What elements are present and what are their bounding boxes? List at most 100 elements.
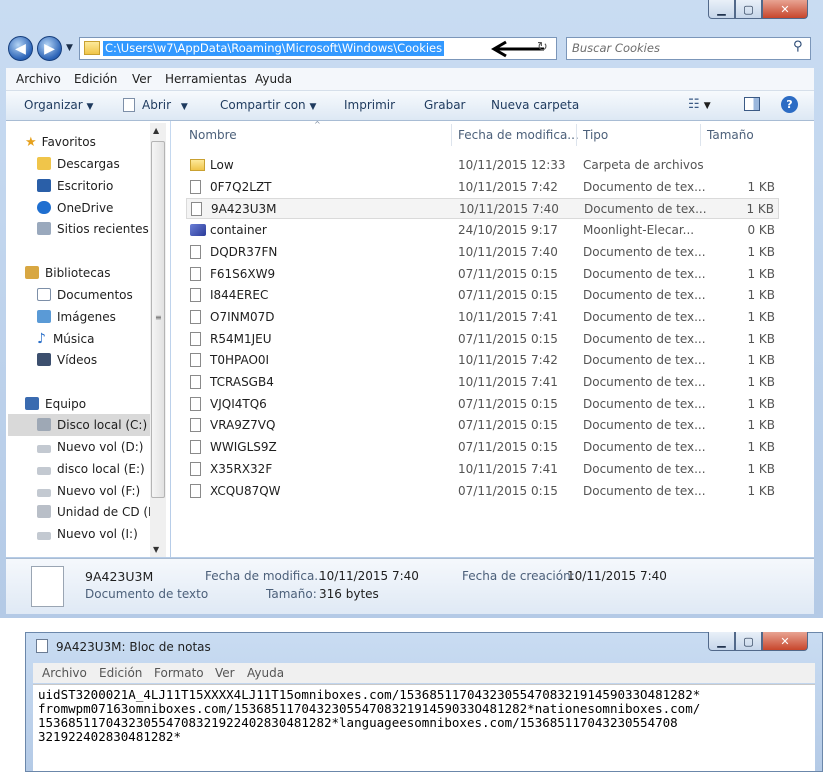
file-type: Carpeta de archivos: [583, 158, 704, 172]
close-button[interactable]: ✕: [762, 632, 808, 651]
file-row[interactable]: VJQI4TQ6 07/11/2015 0:15 Documento de tex.…: [186, 394, 779, 415]
recent-pages-chevron-icon[interactable]: ▼: [66, 43, 73, 53]
column-header-date[interactable]: Fecha de modifica...: [458, 128, 579, 142]
file-row[interactable]: TCRASGB4 10/11/2015 7:41 Documento de tex.…: [186, 372, 779, 393]
share-button[interactable]: Compartir con ▼: [220, 98, 316, 112]
open-icon: [123, 98, 135, 112]
nav-item-label: Descargas: [57, 157, 120, 171]
nav-item-imagenes[interactable]: Imágenes: [37, 310, 116, 324]
details-pane: [6, 558, 814, 614]
view-options-icon[interactable]: ☷ ▼: [688, 97, 711, 112]
file-row[interactable]: Low 10/11/2015 12:33 Carpeta de archivos: [186, 155, 779, 176]
nav-item-sitios-recientes[interactable]: Sitios recientes: [37, 222, 149, 236]
print-button[interactable]: Imprimir: [344, 98, 395, 112]
file-row[interactable]: I844EREC 07/11/2015 0:15 Documento de tex.…: [186, 285, 779, 306]
organize-button[interactable]: Organizar ▼: [24, 98, 93, 112]
file-row[interactable]: T0HPAO0I 10/11/2015 7:42 Documento de tex.…: [186, 350, 779, 371]
nav-item-musica[interactable]: ♪ Música: [37, 331, 94, 347]
menu-ayuda[interactable]: Ayuda: [247, 666, 284, 680]
column-header-size[interactable]: Tamaño: [707, 128, 754, 142]
help-icon[interactable]: ?: [781, 96, 798, 113]
menu-herramientas[interactable]: Herramientas: [165, 72, 247, 86]
nav-item-descargas[interactable]: Descargas: [37, 157, 120, 171]
nav-item-escritorio[interactable]: Escritorio: [37, 179, 113, 193]
menu-edicion[interactable]: Edición: [74, 72, 117, 86]
file-size: 1 KB: [746, 202, 774, 217]
burn-button[interactable]: Grabar: [424, 98, 466, 112]
column-header-type[interactable]: Tipo: [583, 128, 608, 142]
minimize-button[interactable]: ▁: [708, 632, 735, 651]
text-file-icon: [190, 244, 201, 259]
nav-drive-d[interactable]: Nuevo vol (D:): [37, 440, 143, 454]
sort-ascending-icon: ^: [314, 120, 321, 129]
grip-icon: ≡: [155, 313, 162, 322]
column-divider[interactable]: [576, 124, 577, 146]
file-type: Moonlight-Elecar...: [583, 223, 695, 238]
text-file-icon: [190, 483, 201, 498]
nav-item-label: Disco local (C:): [57, 418, 148, 432]
file-row[interactable]: container 24/10/2015 9:17 Moonlight-Elecar…: [186, 220, 779, 241]
recent-places-icon: [37, 222, 51, 235]
file-name: Low: [210, 158, 234, 172]
file-date: 07/11/2015 0:15: [458, 396, 558, 411]
nav-item-documentos[interactable]: Documentos: [37, 288, 133, 302]
file-date: 10/11/2015 7:41: [458, 461, 558, 476]
menu-ver[interactable]: Ver: [132, 72, 152, 86]
menu-ayuda[interactable]: Ayuda: [255, 72, 292, 86]
menu-archivo[interactable]: Archivo: [16, 72, 61, 86]
column-divider[interactable]: [451, 124, 452, 146]
nav-drive-f[interactable]: Nuevo vol (F:): [37, 484, 140, 498]
file-name: DQDR37FN: [210, 244, 278, 259]
maximize-button[interactable]: ▢: [735, 632, 762, 651]
address-path[interactable]: C:\Users\w7\AppData\Roaming\Microsoft\Wi…: [103, 41, 445, 56]
maximize-button[interactable]: ▢: [735, 0, 762, 19]
minimize-button[interactable]: ▁: [708, 0, 735, 19]
search-icon[interactable]: ⚲: [793, 39, 803, 54]
nav-drive-c[interactable]: Disco local (C:): [37, 418, 147, 432]
file-row[interactable]: VRA9Z7VQ 07/11/2015 0:15 Documento de tex.…: [186, 415, 779, 436]
nav-computer[interactable]: Equipo: [25, 397, 86, 411]
open-button[interactable]: Abrir ▼: [142, 98, 188, 112]
file-size: 1 KB: [747, 179, 775, 194]
downloads-icon: [37, 157, 51, 170]
menu-edicion[interactable]: Edición: [99, 666, 142, 680]
menu-formato[interactable]: Formato: [154, 666, 204, 680]
nav-libraries[interactable]: Bibliotecas: [25, 266, 110, 280]
file-type: Documento de tex...: [583, 483, 706, 498]
file-row[interactable]: X35RX32F 10/11/2015 7:41 Documento de tex.…: [186, 459, 779, 480]
column-header-name[interactable]: Nombre: [189, 128, 237, 142]
refresh-icon[interactable]: ↻: [537, 40, 548, 55]
menu-ver[interactable]: Ver: [215, 666, 235, 680]
file-row[interactable]: 9A423U3M 10/11/2015 7:40 Documento de tex.…: [186, 198, 779, 220]
column-divider[interactable]: [700, 124, 701, 146]
scroll-up-icon[interactable]: ▲: [153, 126, 159, 135]
nav-item-videos[interactable]: Vídeos: [37, 353, 97, 367]
file-row[interactable]: WWIGLS9Z 07/11/2015 0:15 Documento de tex.…: [186, 437, 779, 458]
nav-item-onedrive[interactable]: OneDrive: [37, 201, 113, 215]
file-type: Documento de tex...: [584, 202, 707, 217]
music-icon: ♪: [37, 331, 46, 347]
preview-pane-icon[interactable]: [744, 97, 760, 111]
file-name: WWIGLS9Z: [210, 440, 277, 455]
file-row[interactable]: 0F7Q2LZT 10/11/2015 7:42 Documento de tex.…: [186, 177, 779, 198]
back-button[interactable]: ◀: [8, 36, 33, 61]
file-date: 24/10/2015 9:17: [458, 223, 558, 238]
file-row[interactable]: O7INM07D 10/11/2015 7:41 Documento de tex.…: [186, 307, 779, 328]
file-row[interactable]: XCQU87QW 07/11/2015 0:15 Documento de tex.…: [186, 481, 779, 502]
scroll-down-icon[interactable]: ▼: [153, 545, 159, 554]
notepad-caption-buttons: ▁ ▢ ✕: [708, 632, 808, 651]
file-row[interactable]: F61S6XW9 07/11/2015 0:15 Documento de tex.…: [186, 264, 779, 285]
forward-button[interactable]: ▶: [37, 36, 62, 61]
file-row[interactable]: R54M1JEU 07/11/2015 0:15 Documento de tex.…: [186, 329, 779, 350]
drive-icon: [37, 467, 51, 475]
nav-item-label: Sitios recientes: [57, 222, 149, 236]
nav-drive-i[interactable]: Nuevo vol (I:): [37, 527, 138, 541]
nav-drive-e[interactable]: disco local (E:): [37, 462, 145, 476]
nav-favorites[interactable]: ★ Favoritos: [25, 135, 96, 150]
file-name: F61S6XW9: [210, 266, 276, 281]
close-button[interactable]: ✕: [762, 0, 808, 19]
nav-drive-h[interactable]: Unidad de CD (H: [37, 505, 157, 519]
new-folder-button[interactable]: Nueva carpeta: [491, 98, 579, 112]
file-row[interactable]: DQDR37FN 10/11/2015 7:40 Documento de tex.…: [186, 242, 779, 263]
menu-archivo[interactable]: Archivo: [42, 666, 87, 680]
